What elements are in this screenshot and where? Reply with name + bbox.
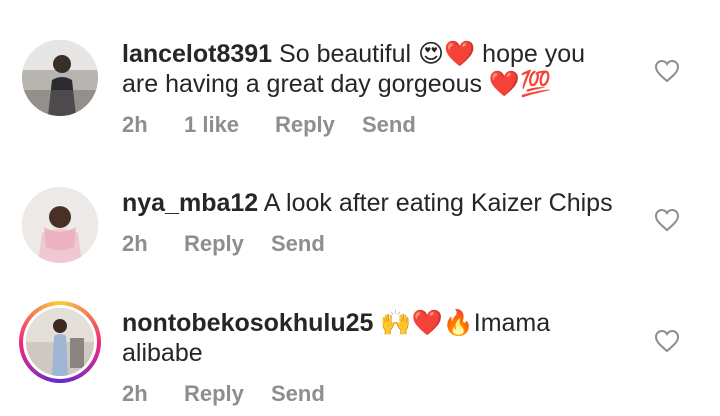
avatar[interactable] xyxy=(22,40,98,116)
avatar[interactable] xyxy=(22,187,98,263)
heart-outline-icon[interactable] xyxy=(654,208,680,232)
comment-time: 2h xyxy=(122,112,148,137)
reply-button[interactable]: Reply xyxy=(184,231,244,257)
send-button[interactable]: Send xyxy=(362,112,416,138)
comment-likes-count[interactable]: 1 like xyxy=(184,112,239,138)
reply-button[interactable]: Reply xyxy=(275,112,335,138)
comment-username[interactable]: nontobekosokhulu25 xyxy=(122,309,373,337)
heart-outline-icon[interactable] xyxy=(654,329,680,353)
comment-text: nya_mba12 A look after eating Kaizer Chi… xyxy=(122,188,622,218)
comment-time: 2h xyxy=(122,231,148,256)
comment-time: 2h xyxy=(122,381,148,406)
send-button[interactable]: Send xyxy=(271,231,325,257)
avatar-photo xyxy=(22,187,98,263)
avatar xyxy=(26,308,94,376)
comment-username[interactable]: lancelot8391 xyxy=(122,40,272,68)
avatar-photo xyxy=(26,308,94,376)
comment-text: nontobekosokhulu25 🙌❤️🔥Imama alibabe xyxy=(122,308,622,368)
reply-button[interactable]: Reply xyxy=(184,381,244,407)
comment-text: lancelot8391 So beautiful 😍❤️ hope you a… xyxy=(122,39,622,99)
story-ring[interactable] xyxy=(19,301,101,383)
heart-outline-icon[interactable] xyxy=(654,59,680,83)
send-button[interactable]: Send xyxy=(271,381,325,407)
comment-body: A look after eating Kaizer Chips xyxy=(263,189,613,217)
comment-username[interactable]: nya_mba12 xyxy=(122,189,258,217)
avatar-photo xyxy=(22,40,98,116)
